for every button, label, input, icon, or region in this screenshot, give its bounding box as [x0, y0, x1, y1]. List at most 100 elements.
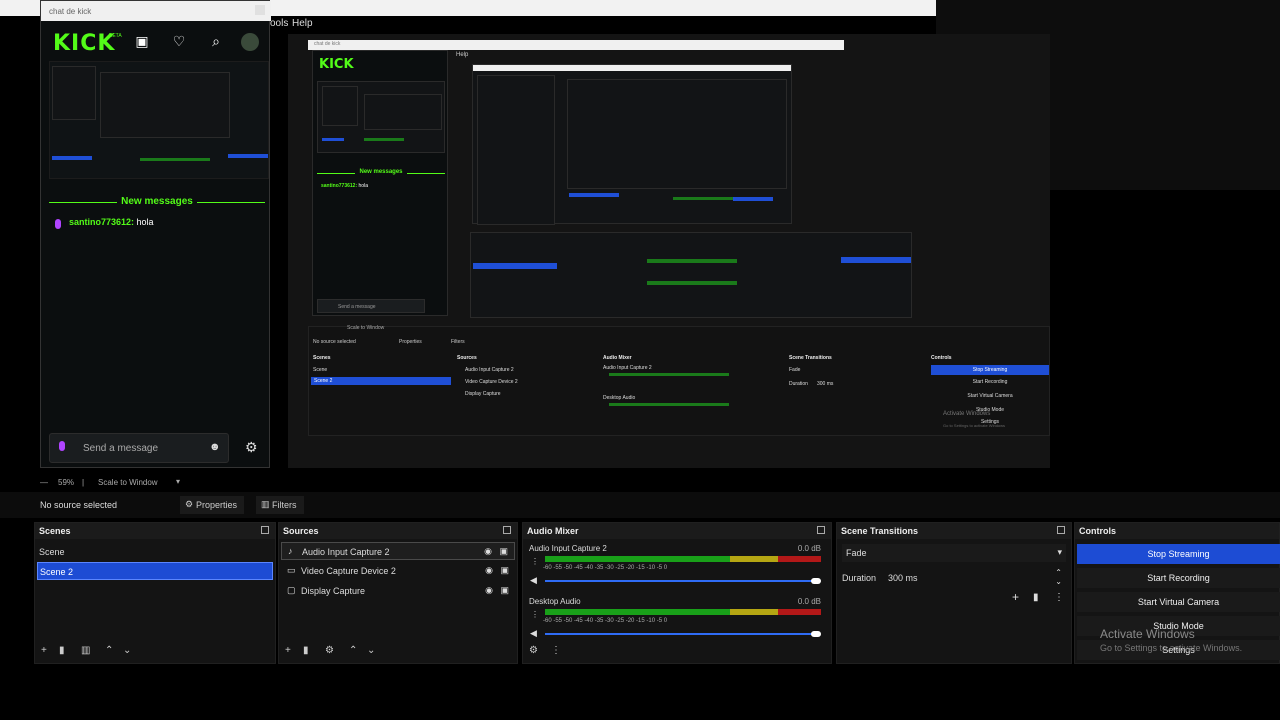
scene-item-selected[interactable]: Scene 2 [37, 562, 273, 580]
nested-help: Help [456, 52, 469, 58]
gear-icon[interactable]: ⚙ [529, 645, 538, 656]
zoom-level[interactable]: 59% [58, 478, 74, 487]
undock-icon[interactable] [503, 526, 511, 534]
nested-chat-window: KICK New messages santino773612: hola Se… [312, 50, 448, 316]
scale-mode[interactable]: Scale to Window [98, 478, 158, 487]
close-icon[interactable] [255, 5, 265, 15]
inbox-icon[interactable]: ▣ [133, 33, 151, 51]
volume-slider-knob[interactable] [811, 578, 821, 584]
lock-icon[interactable]: ▣ [500, 565, 509, 576]
volume-slider[interactable] [545, 633, 815, 635]
scene-item[interactable]: Scene [37, 543, 273, 561]
eye-icon[interactable]: ◉ [485, 585, 493, 596]
mini-stop [841, 257, 911, 263]
more-icon[interactable]: ⋮ [1054, 592, 1064, 603]
channel-level: 0.0 dB [797, 597, 821, 606]
nested-transitions-title: Scene Transitions [789, 355, 832, 361]
controls-title: Controls [1075, 523, 1279, 539]
mini-scene-sel [473, 263, 557, 269]
arrow-down-icon[interactable]: ⌄ [123, 645, 131, 656]
source-item[interactable]: ♪ Audio Input Capture 2 ◉ ▣ [281, 542, 515, 560]
lock-icon[interactable]: ▣ [499, 546, 508, 557]
nested-obs-panel: No source selected Properties Filters Sc… [308, 325, 1050, 436]
add-icon[interactable]: + [1012, 590, 1019, 604]
trash-icon[interactable]: ▮ [59, 645, 65, 656]
chat-message-text: hola [134, 217, 154, 227]
kick-logo: KICK [53, 31, 116, 56]
eye-icon[interactable]: ◉ [485, 565, 493, 576]
arrow-down-icon[interactable]: ⌄ [367, 645, 375, 656]
volume-slider-knob[interactable] [811, 631, 821, 637]
source-item[interactable]: ▭ Video Capture Device 2 ◉ ▣ [281, 562, 515, 580]
speaker-icon[interactable]: ◀ [530, 628, 537, 639]
filter-icon[interactable]: ▥ [81, 645, 90, 656]
lock-icon[interactable]: ▣ [500, 585, 509, 596]
source-item[interactable]: ▢ Display Capture ◉ ▣ [281, 582, 515, 600]
nested-properties: Properties [399, 339, 422, 345]
trash-icon[interactable]: ▮ [303, 645, 309, 656]
volume-slider[interactable] [545, 580, 815, 582]
speaker-icon[interactable]: ◀ [530, 575, 537, 586]
add-icon[interactable]: + [41, 645, 47, 656]
nested-src3: Display Capture [465, 391, 501, 397]
transition-select[interactable]: Fade ▾ [842, 544, 1066, 562]
nested-activate-sub: Go to Settings to activate Windows [943, 423, 1006, 428]
heart-icon[interactable]: ♡ [170, 33, 188, 51]
camera-icon: ▭ [287, 565, 296, 575]
start-recording-button[interactable]: Start Recording [1077, 568, 1280, 588]
duration-input[interactable]: 300 ms [888, 573, 918, 583]
nested-fade: Fade [789, 367, 801, 373]
audio-mixer-dock: Audio Mixer Audio Input Capture 2 0.0 dB… [522, 522, 832, 664]
gear-icon[interactable]: ⚙ [245, 439, 258, 456]
mic-icon: ♪ [288, 546, 293, 556]
preview-canvas[interactable]: chat de kick Help KICK New messages sant… [288, 34, 1050, 468]
chat-window-title: chat de kick [41, 1, 271, 21]
arrow-up-icon[interactable]: ⌃ [105, 645, 113, 656]
menu-bar: ools Help [270, 16, 936, 32]
undock-icon[interactable] [261, 526, 269, 534]
nested-divider [407, 173, 445, 174]
eye-icon[interactable]: ◉ [484, 546, 492, 557]
divider-line [49, 202, 117, 203]
thumb-selection [52, 156, 92, 160]
nested-meter1 [609, 373, 729, 376]
menu-tools[interactable]: ools [270, 18, 288, 29]
start-virtual-camera-button[interactable]: Start Virtual Camera [1077, 592, 1280, 612]
chat-username[interactable]: santino773612: [69, 217, 134, 227]
mixer-footer: ⚙ ⋮ [523, 643, 831, 663]
deep-meter [673, 197, 733, 200]
more-icon[interactable]: ⋮ [531, 610, 539, 619]
kick-beta-badge: BETA [109, 33, 122, 39]
thumb-meter [140, 158, 210, 161]
trash-icon[interactable]: ▮ [1033, 592, 1039, 603]
emoji-icon[interactable]: ☻ [209, 441, 221, 453]
arrow-up-icon[interactable]: ⌃ [349, 645, 357, 656]
gear-icon[interactable]: ⚙ [325, 645, 334, 656]
add-icon[interactable]: + [285, 645, 291, 656]
stepper-icon[interactable]: ⌃ ⌄ [1055, 568, 1062, 586]
kick-chat-window: chat de kick KICK BETA ▣ ♡ ⌕ New message… [40, 0, 271, 468]
chevron-down-icon[interactable]: ▾ [176, 477, 180, 486]
more-icon[interactable]: ⋮ [551, 645, 561, 656]
filters-button[interactable]: ▥ Filters [256, 496, 304, 514]
nested-meter2 [609, 403, 729, 406]
avatar[interactable] [241, 33, 259, 51]
source-status: No source selected [40, 500, 118, 510]
nested-scene1: Scene [313, 367, 328, 373]
menu-help[interactable]: Help [292, 18, 313, 29]
more-icon[interactable]: ⋮ [531, 557, 539, 566]
thumb-preview [100, 72, 230, 138]
source-toolbar: No source selected ⚙ Properties ▥ Filters [0, 492, 1280, 518]
undock-icon[interactable] [817, 526, 825, 534]
meter-ticks: -60 -55 -50 -45 -40 -35 -30 -25 -20 -15 … [543, 618, 668, 624]
stop-streaming-button[interactable]: Stop Streaming [1077, 544, 1280, 564]
nested-mix1: Audio Input Capture 2 [603, 365, 652, 371]
chat-input[interactable]: Send a message [49, 433, 229, 463]
new-messages-divider[interactable]: New messages [49, 196, 265, 210]
nested-divider [317, 173, 355, 174]
undock-icon[interactable] [1057, 526, 1065, 534]
source-label: Audio Input Capture 2 [302, 547, 390, 557]
volume-meter [545, 556, 821, 562]
properties-button[interactable]: ⚙ Properties [180, 496, 244, 514]
search-icon[interactable]: ⌕ [207, 33, 225, 51]
